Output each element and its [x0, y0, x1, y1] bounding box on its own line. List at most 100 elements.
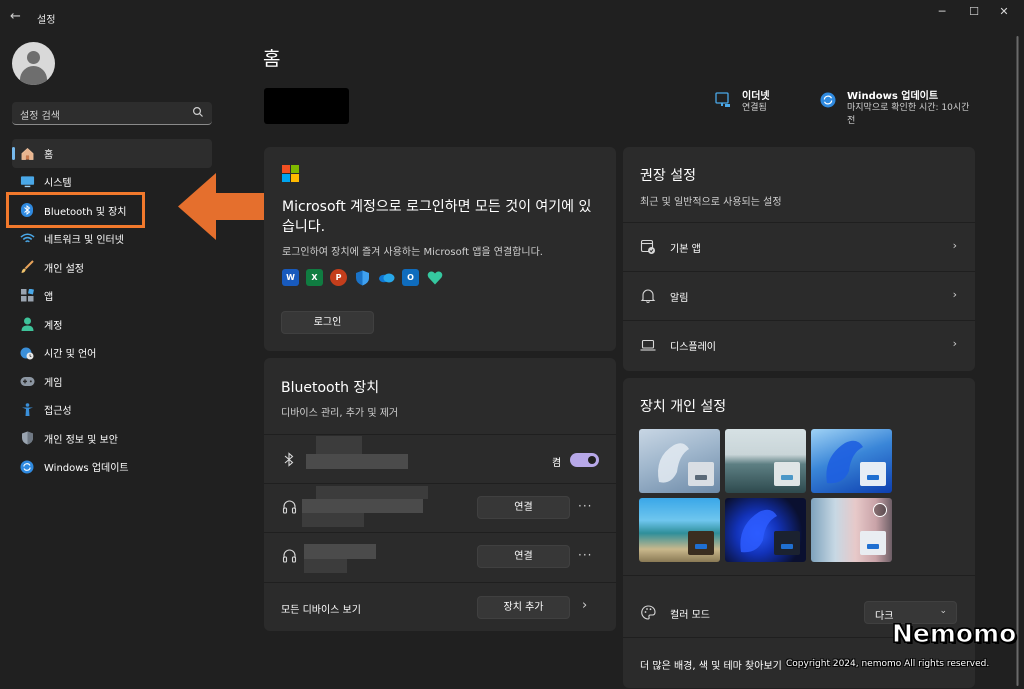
- bluetooth-toggle[interactable]: [570, 453, 599, 467]
- default-apps-icon: [640, 239, 655, 254]
- redacted-device-name: [306, 454, 408, 469]
- redacted-device-name: [316, 486, 428, 499]
- palette-icon: [641, 605, 656, 620]
- watermark-copyright: Copyright 2024, nemomo All rights reserv…: [786, 659, 990, 669]
- redacted-account-box: [264, 88, 349, 124]
- view-all-devices-link[interactable]: 모든 디바이스 보기: [281, 601, 361, 616]
- update-icon: [19, 459, 35, 475]
- ms-card-heading: Microsoft 계정으로 로그인하면 모든 것이 여기에 있습니다.: [282, 199, 592, 235]
- sync-icon: [820, 92, 836, 108]
- bell-icon: [640, 289, 656, 304]
- search-icon: [192, 106, 203, 117]
- add-device-button[interactable]: 장치 추가: [477, 596, 570, 619]
- scrollbar[interactable]: [1016, 36, 1019, 686]
- sidebar-item-label: 게임: [44, 377, 63, 389]
- sidebar-item-accessibility[interactable]: 접근성: [12, 396, 212, 425]
- sidebar-item-label: 개인 설정: [44, 263, 84, 275]
- person-icon: [19, 316, 35, 332]
- highlight-box: [6, 192, 145, 228]
- redacted-device-name: [316, 436, 362, 454]
- ms-app-icons: W X P O: [282, 269, 443, 286]
- chevron-right-icon: ›: [952, 288, 957, 301]
- update-detail-line2: 전: [847, 116, 856, 126]
- sidebar-item-windows-update[interactable]: Windows 업데이트: [12, 453, 212, 482]
- sidebar-item-privacy[interactable]: 개인 정보 및 보안: [12, 424, 212, 453]
- theme-thumbnail[interactable]: [725, 498, 806, 562]
- update-detail-line1: 마지막으로 확인한 시간: 10시간: [847, 103, 970, 113]
- defender-icon: [354, 269, 371, 286]
- dev-card-title: 장치 개인 설정: [640, 399, 727, 415]
- theme-selected-badge-icon: [873, 503, 887, 517]
- sidebar-item-label: 접근성: [44, 406, 72, 418]
- chevron-down-icon: ⌄: [939, 606, 947, 616]
- connect-button[interactable]: 연결: [477, 545, 570, 568]
- apps-icon: [19, 288, 35, 304]
- rec-item-default-apps[interactable]: 기본 앱 ›: [623, 223, 975, 271]
- sidebar-item-label: 홈: [44, 149, 54, 161]
- sidebar-item-label: 개인 정보 및 보안: [44, 434, 118, 446]
- word-icon: W: [282, 269, 299, 286]
- close-icon[interactable]: ✕: [993, 5, 1015, 19]
- more-options-icon[interactable]: ···: [578, 548, 592, 562]
- more-options-icon[interactable]: ···: [578, 499, 592, 513]
- family-icon: [426, 269, 443, 286]
- theme-thumbnail[interactable]: [811, 429, 892, 493]
- microsoft-logo-icon: [282, 165, 299, 182]
- search-placeholder: 설정 검색: [20, 111, 60, 122]
- theme-window-preview: [860, 462, 886, 486]
- page-title: 홈: [263, 48, 281, 70]
- divider: [623, 575, 975, 576]
- theme-window-preview: [688, 531, 714, 555]
- divider: [264, 532, 616, 533]
- sidebar-item-home[interactable]: 홈: [12, 139, 212, 168]
- theme-window-preview: [774, 462, 800, 486]
- chevron-right-icon[interactable]: ›: [582, 598, 587, 613]
- sidebar-item-apps[interactable]: 앱: [12, 282, 212, 311]
- maximize-icon[interactable]: ☐: [963, 5, 985, 19]
- outlook-icon: O: [402, 269, 419, 286]
- back-arrow-icon[interactable]: ←: [10, 10, 24, 24]
- connect-button[interactable]: 연결: [477, 496, 570, 519]
- update-detail: 마지막으로 확인한 시간: 10시간 전: [847, 102, 982, 128]
- theme-thumbnail[interactable]: [639, 429, 720, 493]
- update-title: Windows 업데이트: [847, 91, 939, 102]
- login-button[interactable]: 로그인: [281, 311, 374, 334]
- wifi-icon: [19, 231, 35, 247]
- theme-window-preview: [774, 531, 800, 555]
- microsoft-account-card: Microsoft 계정으로 로그인하면 모든 것이 여기에 있습니다. 로그인…: [264, 147, 616, 351]
- redacted-device-name: [304, 544, 376, 559]
- watermark-brand: Nemomo: [891, 619, 1017, 649]
- sidebar-item-personalization[interactable]: 개인 설정: [12, 253, 212, 282]
- headphones-icon: [282, 500, 297, 514]
- divider: [264, 434, 616, 435]
- sidebar-item-label: 시간 및 언어: [44, 349, 97, 361]
- theme-thumbnail[interactable]: [811, 498, 892, 562]
- sidebar-item-gaming[interactable]: 게임: [12, 367, 212, 396]
- ms-card-subtitle: 로그인하여 장치에 즐겨 사용하는 Microsoft 앱을 연결합니다.: [282, 247, 543, 258]
- theme-thumbnail[interactable]: [639, 498, 720, 562]
- bt-state-label: 켬: [552, 458, 562, 469]
- rec-item-label: 기본 앱: [670, 244, 701, 255]
- bt-card-subtitle: 디바이스 관리, 추가 및 제거: [281, 408, 399, 419]
- window-title: 설정: [37, 15, 56, 26]
- avatar[interactable]: [12, 42, 55, 85]
- theme-thumbnail[interactable]: [725, 429, 806, 493]
- divider: [264, 582, 616, 583]
- sidebar-item-label: Windows 업데이트: [44, 463, 129, 475]
- rec-item-display[interactable]: 디스플레이 ›: [623, 321, 975, 369]
- globe-clock-icon: [19, 345, 35, 361]
- chevron-right-icon: ›: [952, 239, 957, 252]
- rec-item-label: 디스플레이: [670, 342, 716, 353]
- ethernet-title: 이더넷: [742, 91, 770, 102]
- search-input[interactable]: 설정 검색: [12, 102, 212, 125]
- sidebar-item-accounts[interactable]: 계정: [12, 310, 212, 339]
- sidebar-item-label: 계정: [44, 320, 63, 332]
- more-themes-link[interactable]: 더 많은 배경, 색 및 테마 찾아보기: [640, 657, 782, 672]
- monitor-icon: [19, 174, 35, 190]
- minimize-icon[interactable]: ─: [931, 5, 953, 19]
- rec-item-notifications[interactable]: 알림 ›: [623, 272, 975, 320]
- sidebar-item-time-language[interactable]: 시간 및 언어: [12, 339, 212, 368]
- brush-icon: [19, 259, 35, 275]
- headphones-icon: [282, 549, 297, 563]
- redacted-device-name: [304, 559, 347, 573]
